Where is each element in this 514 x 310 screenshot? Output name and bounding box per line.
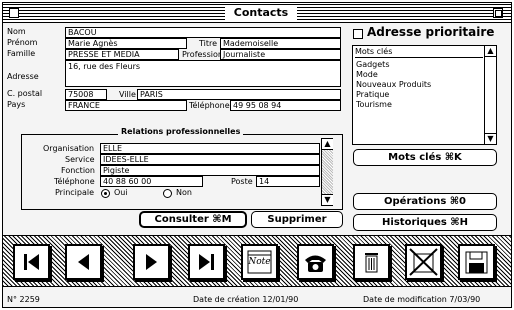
prenom-label: Prénom: [7, 38, 38, 47]
prioritaire-checkbox[interactable]: [353, 29, 363, 39]
note-label: Note: [248, 257, 271, 267]
nom-field[interactable]: BACOU: [65, 27, 341, 38]
scroll-track[interactable]: [485, 57, 496, 133]
consulter-button[interactable]: Consulter ⌘M: [139, 211, 247, 228]
rel-telephone-field[interactable]: 40 88 60 00: [100, 176, 203, 187]
keyword-item[interactable]: Gadgets: [356, 60, 431, 70]
keyword-item[interactable]: Mode: [356, 70, 431, 80]
titre-field[interactable]: Mademoiselle: [220, 38, 341, 49]
fonction-field[interactable]: Pigiste: [100, 165, 320, 176]
record-number: N° 2259: [7, 295, 40, 304]
record-toolbar: Note: [3, 235, 511, 287]
famille-field[interactable]: PRESSE ET MEDIA: [65, 49, 179, 60]
ville-label: Ville: [119, 90, 136, 99]
zoom-box[interactable]: [493, 8, 503, 18]
delete-record-icon[interactable]: [405, 244, 442, 280]
profession-field[interactable]: Journaliste: [220, 49, 341, 60]
scroll-down-arrow-icon[interactable]: ▼: [485, 133, 496, 144]
modification-date: Date de modification 7/03/90: [363, 295, 481, 304]
cpostal-field[interactable]: 75008: [65, 89, 107, 100]
relations-title: Relations professionnelles: [118, 127, 244, 136]
fonction-label: Fonction: [61, 166, 96, 175]
telephone-icon[interactable]: [297, 244, 334, 280]
save-disk-icon[interactable]: [458, 244, 495, 280]
poste-field[interactable]: 14: [256, 176, 320, 187]
keyword-item[interactable]: Tourisme: [356, 100, 431, 110]
prenom-field[interactable]: Marie Agnès: [65, 38, 187, 49]
next-record-icon[interactable]: [133, 244, 170, 280]
first-record-icon[interactable]: [13, 244, 50, 280]
rel-telephone-label: Téléphone: [54, 177, 95, 186]
keyword-item[interactable]: Nouveaux Produits: [356, 80, 431, 90]
famille-label: Famille: [7, 49, 36, 58]
title-bar[interactable]: Contacts: [3, 3, 511, 23]
creation-date: Date de création 12/01/90: [193, 295, 299, 304]
oui-label: Oui: [114, 188, 128, 197]
pays-field[interactable]: FRANCE: [65, 100, 187, 111]
non-label: Non: [176, 188, 192, 197]
trash-icon[interactable]: [353, 244, 390, 280]
keywords-scrollbar[interactable]: ▲ ▼: [484, 46, 496, 144]
close-box[interactable]: [9, 8, 19, 18]
titre-label: Titre: [199, 39, 218, 48]
principale-label: Principale: [55, 188, 95, 197]
keywords-header: Mots clés: [355, 47, 483, 58]
prioritaire-label: Adresse prioritaire: [367, 25, 495, 39]
ville-field[interactable]: PARIS: [137, 89, 341, 100]
note-icon[interactable]: Note: [241, 244, 278, 280]
keywords-items: Gadgets Mode Nouveaux Produits Pratique …: [356, 60, 431, 110]
telephone-label: Téléphone: [189, 101, 230, 110]
adresse-field[interactable]: 16, rue des Fleurs: [65, 60, 341, 87]
scroll-down-arrow-icon[interactable]: ▼: [322, 194, 333, 205]
keyword-item[interactable]: Pratique: [356, 90, 431, 100]
previous-record-icon[interactable]: [65, 244, 102, 280]
scroll-up-arrow-icon[interactable]: ▲: [485, 46, 496, 57]
organisation-field[interactable]: ELLE: [100, 143, 320, 154]
mots-cles-button[interactable]: Mots clés ⌘K: [353, 149, 497, 166]
pays-label: Pays: [7, 100, 26, 109]
keywords-list[interactable]: Mots clés Gadgets Mode Nouveaux Produits…: [352, 45, 497, 145]
scroll-up-arrow-icon[interactable]: ▲: [322, 139, 333, 150]
window-title: Contacts: [225, 6, 297, 20]
radio-non[interactable]: [163, 189, 172, 198]
service-field[interactable]: IDEES-ELLE: [100, 154, 320, 165]
service-label: Service: [65, 155, 95, 164]
relations-scrollbar[interactable]: ▲ ▼: [321, 138, 333, 206]
nom-label: Nom: [7, 27, 26, 36]
contacts-window: Contacts Nom BACOU Prénom Marie Agnès Ti…: [2, 2, 512, 308]
scroll-track[interactable]: [322, 150, 333, 194]
poste-label: Poste: [231, 177, 253, 186]
last-record-icon[interactable]: [188, 244, 225, 280]
profession-label: Profession: [182, 50, 223, 59]
historiques-button[interactable]: Historiques ⌘H: [353, 214, 497, 231]
supprimer-button[interactable]: Supprimer: [251, 211, 343, 228]
radio-oui[interactable]: [101, 189, 110, 198]
operations-button[interactable]: Opérations ⌘0: [353, 193, 497, 210]
telephone-field[interactable]: 49 95 08 94: [230, 100, 341, 111]
organisation-label: Organisation: [43, 144, 95, 153]
adresse-label: Adresse: [7, 72, 39, 81]
cpostal-label: C. postal: [7, 89, 43, 98]
